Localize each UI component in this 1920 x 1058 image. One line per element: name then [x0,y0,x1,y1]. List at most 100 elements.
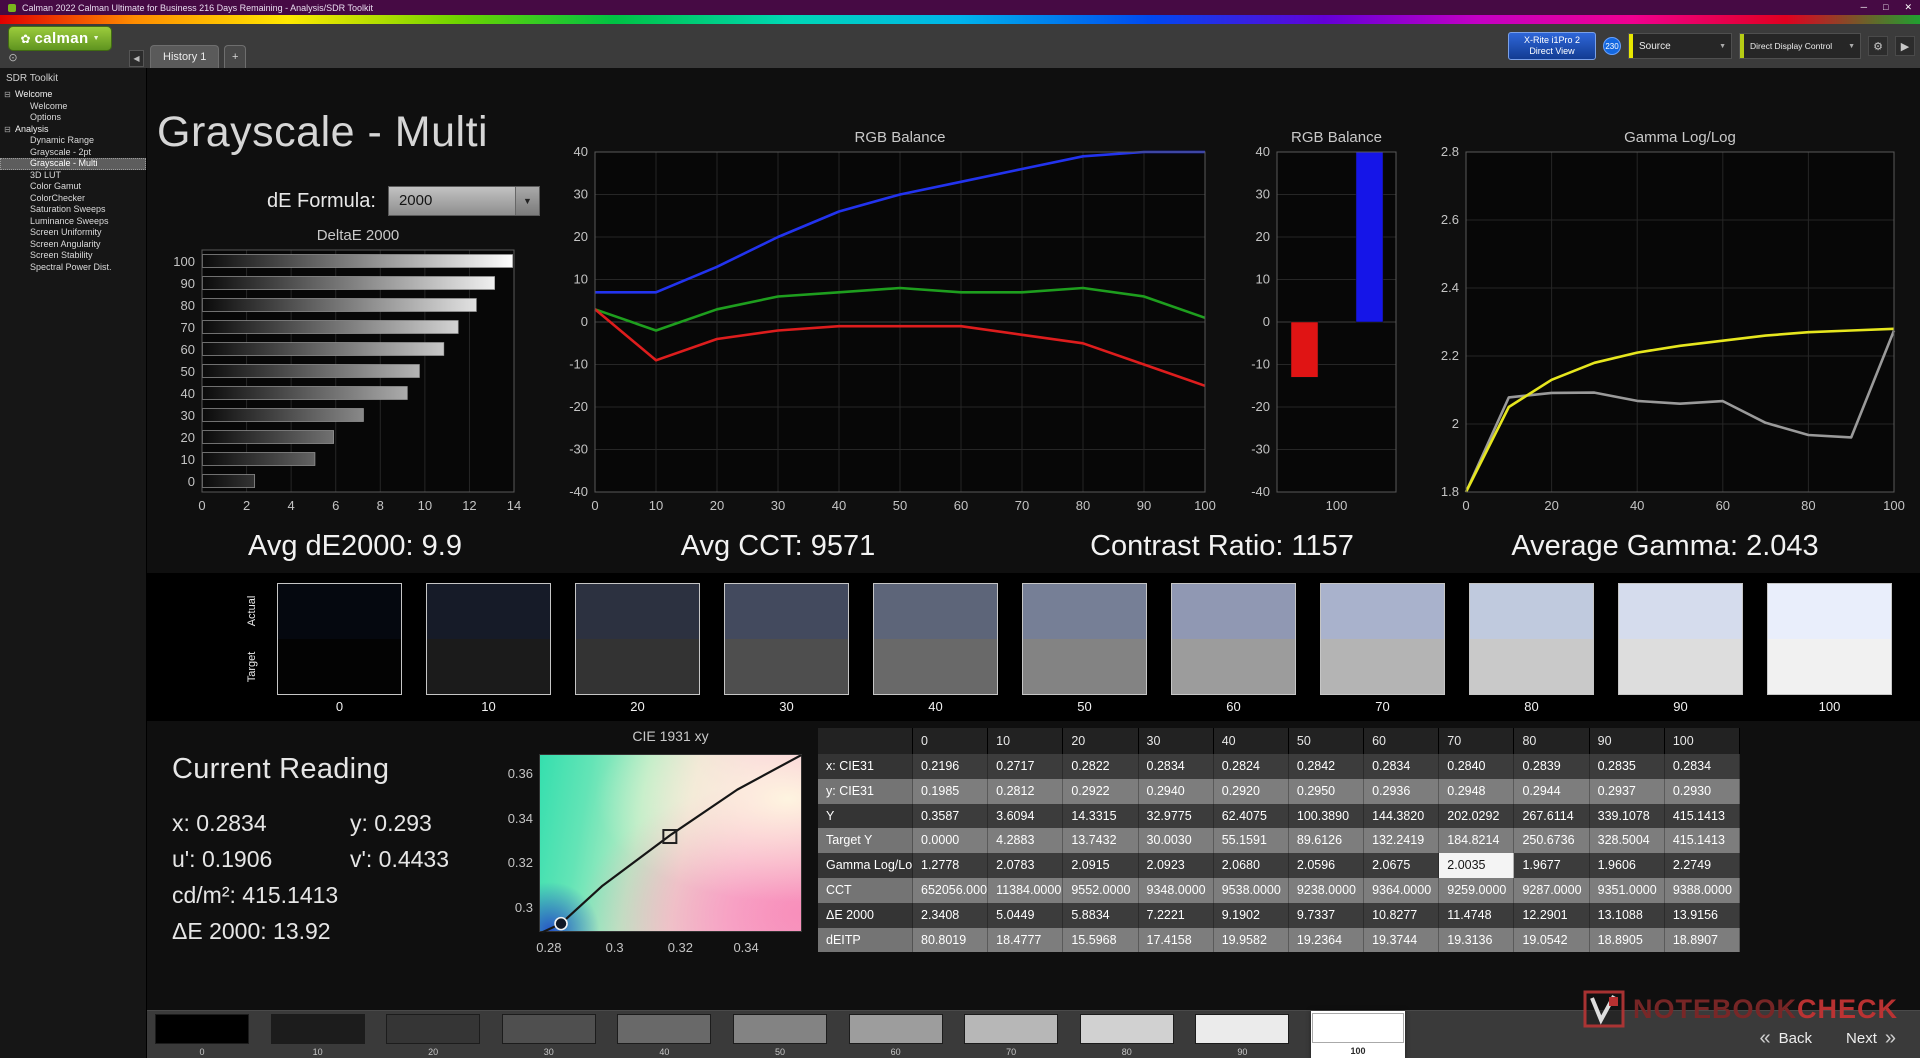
swatch-label: 70 [1375,699,1390,714]
table-header-cell: 100 [1664,728,1740,754]
chevron-down-icon: ▼ [1719,42,1726,50]
table-header-cell: 50 [1288,728,1365,754]
settings-gear-button[interactable]: ⚙ [1868,36,1888,56]
svg-text:8: 8 [377,498,384,513]
sidebar-item-screen-uniformity[interactable]: Screen Uniformity [0,227,146,239]
sidebar-item-screen-angularity[interactable]: Screen Angularity [0,239,146,251]
sidebar-item-luminance-sweeps[interactable]: Luminance Sweeps [0,216,146,228]
table-cell: 9538.0000 [1214,877,1289,903]
patch-label: 70 [1006,1047,1017,1057]
svg-text:60: 60 [181,342,195,357]
grayscale-swatch-70: 70 [1320,583,1445,714]
level-patch-80[interactable]: 80 [1079,1014,1174,1058]
sidebar-item-spectral-power-dist[interactable]: Spectral Power Dist. [0,262,146,274]
maximize-button[interactable]: □ [1883,2,1888,13]
table-cell: 13.9156 [1665,902,1740,928]
sidebar-item-options[interactable]: Options [0,112,146,124]
table-cell: 0.2834 [1139,754,1214,779]
table-row: ΔE 2000 2.3408 5.0449 5.8834 7.2221 9.1902 9.7… [818,902,1740,928]
swatch-actual [1023,584,1146,639]
svg-text:30: 30 [574,187,588,202]
table-cell: 0.2842 [1289,754,1365,779]
table-cell: 144.3820 [1364,803,1440,829]
add-tab-button[interactable]: + [224,45,247,68]
svg-text:20: 20 [710,498,724,513]
level-patch-20[interactable]: 20 [386,1014,481,1058]
table-cell: 9552.0000 [1063,877,1139,903]
table-cell: 89.6126 [1289,828,1365,854]
sidebar-item-grayscale-multi[interactable]: Grayscale - Multi [0,158,146,170]
level-patch-30[interactable]: 30 [501,1014,596,1058]
svg-text:-40: -40 [1251,484,1270,499]
sidebar-item-3d-lut[interactable]: 3D LUT [0,170,146,182]
sidebar-item-analysis[interactable]: ⊟ Analysis [0,124,146,136]
sidebar-item-welcome[interactable]: Welcome [0,101,146,113]
svg-text:-30: -30 [569,442,588,457]
table-cell: 1.9677 [1514,853,1590,878]
sidebar-item-dynamic-range[interactable]: Dynamic Range [0,135,146,147]
table-cell: 80.8019 [913,927,989,953]
target-row-label: Target [246,651,258,683]
table-cell: 0.2930 [1665,778,1740,804]
level-patch-100[interactable]: 100 [1311,1011,1405,1058]
svg-text:40: 40 [1630,498,1644,513]
sidebar-item-screen-stability[interactable]: Screen Stability [0,250,146,262]
cie-y-tick: 0.3 [514,899,533,915]
swatch-actual [427,584,550,639]
table-header-cell [818,728,913,754]
table-cell: 12.2901 [1514,902,1590,928]
forward-button[interactable]: ▶ [1895,36,1915,56]
level-patch-50[interactable]: 50 [733,1014,827,1058]
table-cell: 5.8834 [1063,902,1139,928]
table-cell: 202.0292 [1439,803,1515,829]
table-cell: 10.8277 [1364,902,1440,928]
svg-text:30: 30 [771,498,785,513]
meter-button[interactable]: X-Rite i1Pro 2 Direct View [1508,32,1596,60]
table-header-cell: 40 [1213,728,1289,754]
panel-icon[interactable]: ⊙ [6,51,20,65]
reading-value: y: 0.293 [350,810,432,836]
display-control-dropdown[interactable]: Direct Display Control ▼ [1739,33,1861,59]
source-dropdown[interactable]: Source ▼ [1628,33,1732,59]
expander-icon[interactable]: ⊟ [4,124,11,136]
table-cell: 2.0680 [1214,853,1289,878]
svg-text:80: 80 [181,298,195,313]
reading-row: x: 0.2834 y: 0.293 [172,810,507,846]
table-cell: 9.1902 [1214,902,1289,928]
svg-text:4: 4 [288,498,295,513]
tab-history-1[interactable]: History 1 [150,45,220,68]
meter-status-badge[interactable]: 230 [1603,37,1621,55]
watermark-text-notebook: NOTEBOOK [1632,993,1797,1024]
back-button[interactable]: « Back [1760,1028,1812,1048]
sidebar-item-grayscale-2pt[interactable]: Grayscale - 2pt [0,147,146,159]
page-title: Grayscale - Multi [157,108,489,156]
sidebar-item-welcome[interactable]: ⊟ Welcome [0,89,146,101]
svg-text:0: 0 [1263,314,1270,329]
swatch-target [1023,639,1146,694]
swatch-label: 50 [1077,699,1092,714]
next-label: Next [1846,1029,1877,1047]
calman-logo-button[interactable]: ✿ calman ▼ [8,26,112,51]
level-patch-10[interactable]: 10 [270,1014,365,1058]
svg-text:80: 80 [1076,498,1090,513]
level-patch-90[interactable]: 90 [1195,1014,1290,1058]
display-control-label: Direct Display Control [1750,41,1833,51]
sidebar-item-color-gamut[interactable]: Color Gamut [0,181,146,193]
collapse-sidebar-button[interactable]: ◀ [129,50,144,67]
level-patch-40[interactable]: 40 [617,1014,712,1058]
sidebar-item-saturation-sweeps[interactable]: Saturation Sweeps [0,204,146,216]
sidebar-item-colorchecker[interactable]: ColorChecker [0,193,146,205]
expander-icon[interactable]: ⊟ [4,89,11,101]
minimize-button[interactable]: ─ [1861,2,1867,13]
table-cell: 30.0030 [1139,828,1214,854]
next-button[interactable]: Next » [1846,1028,1896,1048]
avg-gamma-summary: Average Gamma: 2.043 [1511,530,1819,562]
level-patch-60[interactable]: 60 [848,1014,943,1058]
table-cell: 18.4777 [988,927,1064,953]
de-formula-dropdown[interactable]: 2000 ▼ [387,186,540,216]
level-patch-0[interactable]: 0 [155,1014,249,1058]
level-patch-70[interactable]: 70 [964,1014,1059,1058]
nav-buttons: « Back Next » [1760,1028,1896,1048]
table-cell: 9348.0000 [1139,877,1214,903]
close-button[interactable]: ✕ [1904,2,1912,13]
